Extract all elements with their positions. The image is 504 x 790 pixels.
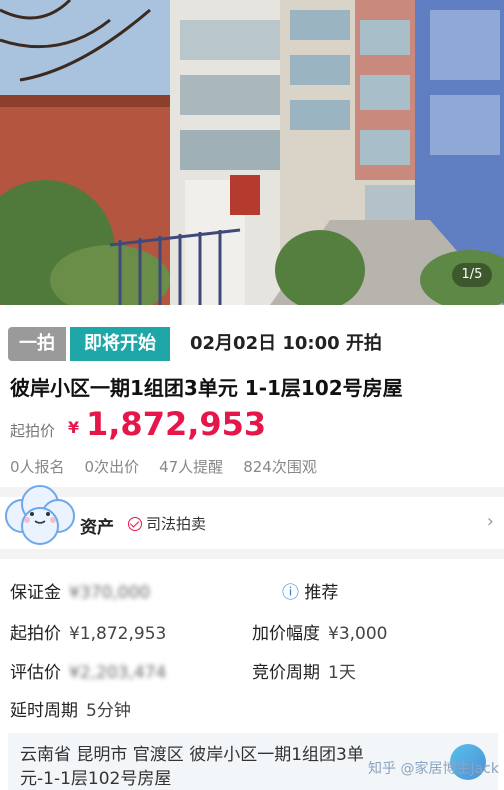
- auction-state-tag: 即将开始: [70, 327, 170, 361]
- recommend-item[interactable]: ⓘ 推荐: [282, 578, 338, 603]
- asset-section-title: 资产: [80, 518, 114, 538]
- increment-label: 加价幅度: [252, 624, 320, 644]
- stat-bids: 0次出价: [84, 458, 140, 476]
- judicial-auction-label: 司法拍卖: [146, 515, 207, 533]
- auction-start-time: 02月02日 10:00 开拍: [190, 333, 382, 354]
- start-price-detail-label: 起拍价: [10, 624, 61, 644]
- stat-views: 824次围观: [243, 458, 317, 476]
- start-price-item: 起拍价 ¥1,872,953: [10, 619, 166, 644]
- start-price-detail-value: ¥1,872,953: [69, 624, 167, 644]
- currency-symbol: ¥: [68, 418, 80, 437]
- deposit-item: 保证金 ¥370,000: [10, 578, 150, 603]
- property-photo[interactable]: 1/5: [0, 0, 504, 305]
- increment-value: ¥3,000: [328, 624, 388, 644]
- building-illustration: [0, 0, 504, 305]
- info-icon: ⓘ: [282, 583, 299, 603]
- extend-label: 延时周期: [10, 701, 78, 721]
- stat-reminders: 47人提醒: [159, 458, 224, 476]
- image-counter: 1/5: [452, 263, 492, 287]
- recommend-label: 推荐: [304, 583, 339, 603]
- appraisal-value: ¥2,203,474: [69, 663, 167, 683]
- deposit-label: 保证金: [10, 583, 61, 603]
- appraisal-item: 评估价 ¥2,203,474: [10, 658, 166, 683]
- deposit-value: ¥370,000: [69, 583, 151, 603]
- period-value: 1天: [328, 663, 356, 683]
- check-circle-icon: [128, 516, 142, 531]
- start-price-value: 1,872,953: [86, 405, 267, 443]
- start-price-label: 起拍价: [10, 422, 56, 440]
- appraisal-label: 评估价: [10, 663, 61, 683]
- section-divider: [0, 549, 504, 559]
- listing-title: 彼岸小区一期1组团3单元 1-1层102号房屋: [10, 376, 403, 400]
- watermark-text: 知乎 @家居博主Jack: [368, 761, 499, 777]
- chevron-right-icon[interactable]: ›: [487, 511, 494, 532]
- period-label: 竞价周期: [252, 663, 320, 683]
- extend-item: 延时周期 5分钟: [10, 696, 131, 721]
- auction-round-tag: 一拍: [8, 327, 66, 361]
- period-item: 竞价周期 1天: [252, 658, 356, 683]
- auction-status-row: 一拍 即将开始 02月02日 10:00 开拍: [0, 305, 504, 367]
- increment-item: 加价幅度 ¥3,000: [252, 619, 387, 644]
- extend-value: 5分钟: [86, 701, 131, 721]
- judicial-auction-badge: 司法拍卖: [128, 513, 206, 534]
- cloud-sticker-icon: [5, 485, 75, 545]
